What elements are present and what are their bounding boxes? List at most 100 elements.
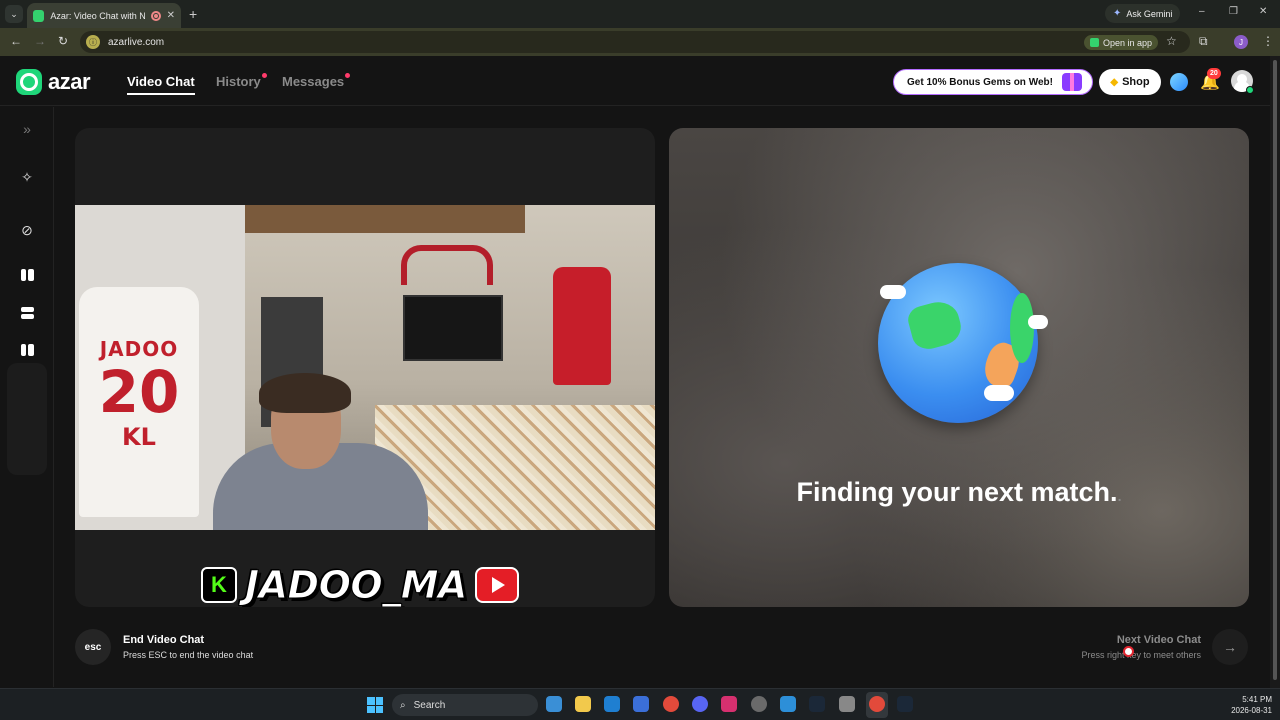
gem-icon: ◆	[1110, 76, 1119, 88]
jersey-image: JADOO 20 KL	[79, 287, 199, 517]
hair	[259, 373, 351, 413]
forward-arrow-icon[interactable]: →	[34, 34, 46, 48]
notification-count-badge: 20	[1207, 68, 1221, 79]
nav-messages[interactable]: Messages	[282, 74, 344, 89]
store-icon[interactable]	[633, 696, 649, 712]
sidebar: » ✧ ⊘	[0, 107, 54, 687]
tab-title: Azar: Video Chat with New	[50, 10, 145, 21]
azar-logo[interactable]: azar	[16, 69, 91, 95]
banner	[401, 245, 493, 285]
nav-video-chat[interactable]: Video Chat	[127, 74, 195, 95]
steam-icon[interactable]	[809, 696, 825, 712]
online-status-dot	[1246, 86, 1254, 94]
expand-sidebar-icon[interactable]: »	[17, 119, 37, 139]
self-camera-feed: JADOO 20 KL	[75, 205, 655, 530]
gemini-sparkle-icon: ✦	[1113, 8, 1122, 19]
not-allowed-cursor-icon	[1123, 646, 1134, 657]
gems-balance-icon[interactable]	[1170, 73, 1188, 91]
clock-date: 2026-08-31	[1231, 706, 1272, 715]
ask-gemini-button[interactable]: ✦ Ask Gemini	[1105, 4, 1181, 23]
app-icon	[1090, 38, 1099, 47]
finding-match-status: Finding your next match..	[669, 477, 1249, 508]
end-video-chat-button[interactable]: esc	[75, 629, 111, 665]
layout-grid-icon[interactable]	[17, 340, 37, 360]
partner-video-panel: Finding your next match..	[669, 128, 1249, 607]
widgets-icon[interactable]	[546, 696, 562, 712]
streamer-name: JADOO_MA	[245, 563, 468, 608]
open-in-app-label: Open in app	[1103, 37, 1153, 48]
filter-off-icon[interactable]: ⊘	[17, 220, 37, 240]
magic-wand-icon[interactable]: ✧	[17, 167, 37, 187]
layout-switcher	[7, 363, 47, 475]
restore-button[interactable]: ❐	[1229, 6, 1238, 17]
end-video-chat-hint: Press ESC to end the video chat	[123, 650, 254, 660]
tab-search-chevron-icon[interactable]: ⌄	[5, 5, 23, 23]
windows-start-icon[interactable]	[367, 697, 383, 713]
azar-favicon-icon	[33, 9, 45, 22]
kick-logo-icon: K	[201, 567, 237, 603]
messages-notification-dot	[345, 73, 350, 78]
taskbar-search[interactable]: ⌕ Search	[392, 694, 538, 716]
scrollbar-thumb[interactable]	[1273, 60, 1277, 680]
app-header: azar Video Chat History Messages Get 10%…	[0, 56, 1270, 106]
new-tab-button[interactable]: +	[189, 6, 197, 22]
layout-stacked-icon[interactable]	[17, 303, 37, 323]
tv	[403, 295, 503, 361]
loading-dot: .	[1117, 488, 1122, 504]
site-info-icon[interactable]: ⓘ	[86, 35, 100, 49]
app-icon[interactable]	[839, 696, 855, 712]
back-arrow-icon[interactable]: ←	[10, 34, 22, 48]
youtube-logo-icon	[474, 567, 519, 603]
streamer-watermark: K JADOO_MA	[201, 563, 519, 608]
app-icon[interactable]	[780, 696, 796, 712]
self-video-panel: JADOO 20 KL K JADOO_MA	[75, 128, 655, 607]
shop-button[interactable]: ◆ Shop	[1099, 69, 1161, 95]
scarf	[553, 267, 611, 385]
globe-icon	[878, 263, 1048, 423]
minimize-button[interactable]: –	[1199, 6, 1205, 17]
file-explorer-icon[interactable]	[575, 696, 591, 712]
url-text: azarlive.com	[108, 36, 165, 48]
finding-match-text: Finding your next match.	[796, 477, 1118, 507]
next-video-chat-title: Next Video Chat	[1116, 634, 1201, 646]
clock-time: 5:41 PM	[1242, 695, 1272, 704]
browser-menu-icon[interactable]: ⋮	[1262, 34, 1274, 48]
system-clock[interactable]: 5:41 PM 2026-08-31	[1226, 694, 1272, 716]
browser-profile-avatar[interactable]: J	[1234, 35, 1248, 49]
close-window-button[interactable]: ✕	[1259, 6, 1267, 17]
nav-history[interactable]: History	[216, 74, 261, 89]
chrome-active-icon[interactable]	[869, 696, 885, 712]
shelf	[245, 205, 525, 233]
taskbar-search-label: Search	[413, 699, 446, 711]
ask-gemini-label: Ask Gemini	[1126, 8, 1173, 19]
jersey-initials: KL	[122, 423, 156, 451]
gift-icon	[1062, 73, 1082, 91]
layout-side-by-side-icon[interactable]	[17, 265, 37, 285]
bonus-gems-promo-button[interactable]: Get 10% Bonus Gems on Web!	[893, 69, 1093, 95]
instagram-icon[interactable]	[721, 696, 737, 712]
search-icon: ⌕	[400, 699, 406, 711]
continent-shape	[905, 297, 965, 353]
app-icon[interactable]	[751, 696, 767, 712]
discord-icon[interactable]	[692, 696, 708, 712]
browser-tab[interactable]: Azar: Video Chat with New ✕	[27, 3, 181, 28]
end-video-chat-title: End Video Chat	[123, 634, 205, 646]
tab-close-icon[interactable]: ✕	[167, 10, 175, 21]
cloud-shape	[1028, 315, 1048, 329]
steam-icon[interactable]	[897, 696, 913, 712]
cloud-shape	[880, 285, 906, 299]
next-video-chat-button[interactable]: →	[1212, 629, 1248, 665]
recording-indicator-icon	[150, 10, 161, 21]
extensions-puzzle-icon[interactable]: ⧉	[1199, 34, 1208, 49]
open-in-app-button[interactable]: Open in app	[1084, 35, 1159, 50]
reload-icon[interactable]: ↻	[58, 34, 68, 48]
address-bar[interactable]: ⓘ azarlive.com	[80, 31, 1190, 53]
azar-logo-icon	[16, 69, 42, 95]
chrome-icon[interactable]	[663, 696, 679, 712]
bookmark-star-icon[interactable]: ☆	[1166, 34, 1177, 48]
windows-taskbar: ⌕ Search 5:41 PM 2026-08-31	[0, 688, 1280, 720]
outlook-icon[interactable]	[604, 696, 620, 712]
history-notification-dot	[262, 73, 267, 78]
person	[213, 373, 428, 530]
next-video-chat-hint: Press right key to meet others	[1081, 650, 1201, 660]
